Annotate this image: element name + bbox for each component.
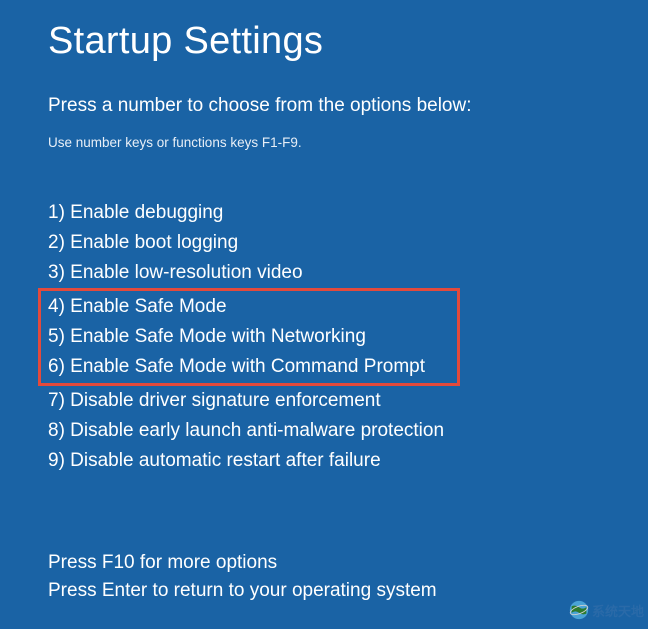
option-8[interactable]: 8) Disable early launch anti-malware pro…	[48, 416, 600, 446]
option-5[interactable]: 5) Enable Safe Mode with Networking	[48, 322, 450, 352]
option-1[interactable]: 1) Enable debugging	[48, 198, 600, 228]
highlight-box: 4) Enable Safe Mode5) Enable Safe Mode w…	[38, 288, 460, 386]
option-7[interactable]: 7) Disable driver signature enforcement	[48, 386, 600, 416]
subtitle-text: Press a number to choose from the option…	[48, 95, 600, 117]
footer-more-options: Press F10 for more options	[48, 549, 437, 577]
option-6[interactable]: 6) Enable Safe Mode with Command Prompt	[48, 352, 450, 382]
hint-text: Use number keys or functions keys F1-F9.	[48, 135, 600, 150]
option-9[interactable]: 9) Disable automatic restart after failu…	[48, 446, 600, 476]
watermark: 系统天地	[568, 599, 644, 621]
option-2[interactable]: 2) Enable boot logging	[48, 228, 600, 258]
globe-icon	[568, 599, 590, 621]
watermark-text: 系统天地	[592, 601, 644, 620]
option-4[interactable]: 4) Enable Safe Mode	[48, 292, 450, 322]
option-3[interactable]: 3) Enable low-resolution video	[48, 258, 600, 288]
footer-return: Press Enter to return to your operating …	[48, 577, 437, 605]
page-title: Startup Settings	[48, 20, 600, 63]
footer-section: Press F10 for more options Press Enter t…	[48, 549, 437, 605]
options-list: 1) Enable debugging2) Enable boot loggin…	[48, 198, 600, 476]
